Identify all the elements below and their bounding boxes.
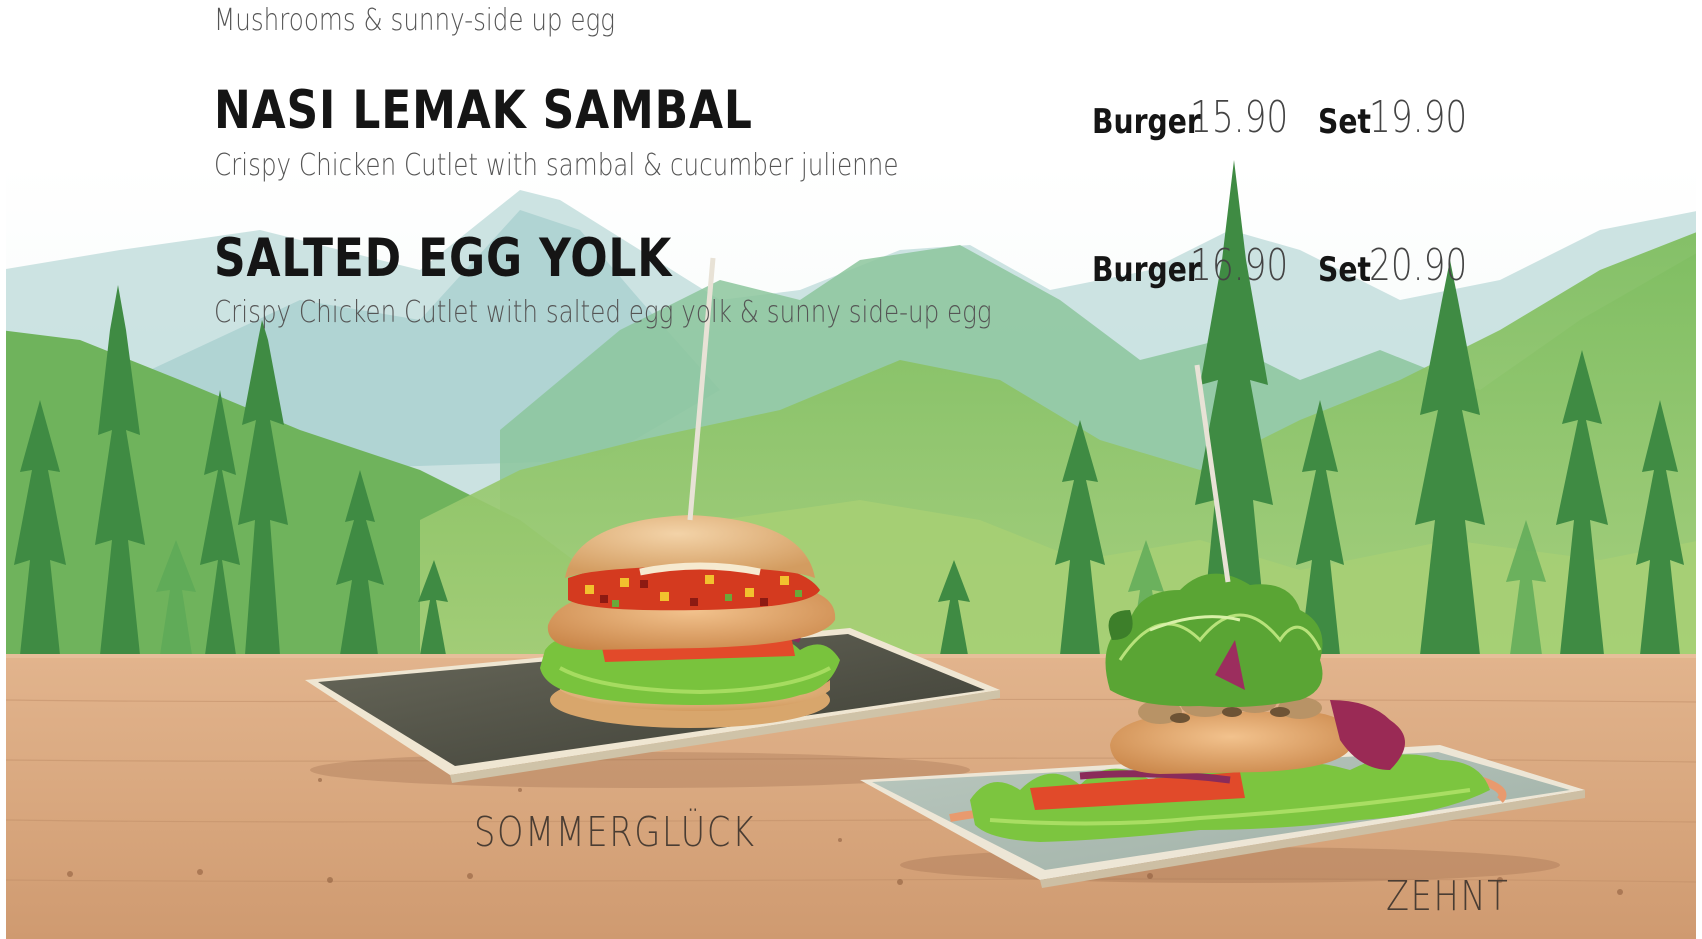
caption-sommergluck: SOMMERGLÜCK: [474, 808, 756, 856]
set-price: 20.90: [1369, 240, 1468, 291]
set-price-label: Set: [1318, 102, 1371, 142]
burger-price: 16.90: [1190, 240, 1289, 291]
menu-item-description: Crispy Chicken Cutlet with sambal & cucu…: [214, 148, 899, 183]
burger-price-label: Burger: [1092, 102, 1201, 142]
menu-board: Mushrooms & sunny-side up egg NASI LEMAK…: [0, 0, 1702, 360]
burger-price: 15.90: [1190, 92, 1289, 143]
menu-item-name: SALTED EGG YOLK: [214, 228, 673, 289]
set-price: 19.90: [1369, 92, 1468, 143]
set-price-label: Set: [1318, 250, 1371, 290]
menu-item-name: NASI LEMAK SAMBAL: [214, 80, 753, 141]
burger-price-label: Burger: [1092, 250, 1201, 290]
menu-item-description: Crispy Chicken Cutlet with salted egg yo…: [214, 295, 992, 330]
partial-item-description: Mushrooms & sunny-side up egg: [214, 3, 616, 38]
caption-zehnt: ZEHNT: [1386, 872, 1510, 920]
